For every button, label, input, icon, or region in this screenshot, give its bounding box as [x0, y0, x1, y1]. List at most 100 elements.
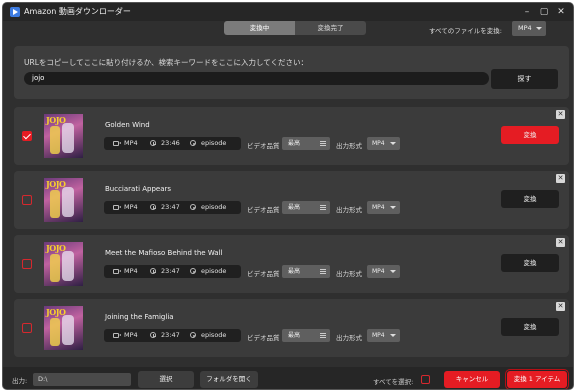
menu-icon [320, 269, 326, 270]
chevron-down-icon [390, 142, 396, 145]
video-icon [113, 205, 121, 210]
item-info-bar: MP4 23:47 episode [104, 265, 241, 278]
convert-all-format-value: MP4 [518, 24, 532, 32]
video-quality-select[interactable]: 最高 [282, 201, 330, 214]
output-format-select[interactable]: MP4 [367, 329, 400, 342]
open-folder-button[interactable]: フォルダを開く [200, 371, 258, 388]
menu-icon [320, 205, 326, 206]
remove-item-icon[interactable]: ✕ [556, 174, 565, 183]
item-checkbox[interactable] [22, 259, 32, 269]
output-format-label: 出力形式 [336, 206, 362, 214]
maximize-icon[interactable]: ▢ [537, 5, 551, 19]
item-format: MP4 [124, 203, 138, 211]
output-format-select[interactable]: MP4 [367, 201, 400, 214]
item-info-bar: MP4 23:47 episode [104, 201, 241, 214]
item-checkbox[interactable] [22, 131, 32, 141]
select-all-label: すべてを選択: [373, 378, 414, 386]
episode-thumbnail: JOJO [44, 114, 83, 158]
minimize-icon[interactable]: – [520, 5, 534, 19]
item-type: episode [201, 139, 227, 147]
item-title: Joining the Famiglia [105, 313, 174, 321]
convert-button[interactable]: 変換 [501, 318, 559, 336]
tab-converting[interactable]: 変換中 [224, 21, 295, 35]
episode-thumbnail: JOJO [44, 242, 83, 286]
chevron-down-icon [536, 27, 542, 30]
select-folder-button[interactable]: 選択 [138, 371, 194, 388]
convert-all-format-select[interactable]: MP4 [512, 21, 546, 36]
output-format-value: MP4 [372, 268, 385, 275]
list-item: ✕ JOJO Meet the Mafioso Behind the Wall MP4… [14, 235, 569, 293]
item-type: episode [201, 203, 227, 211]
item-format: MP4 [124, 331, 138, 339]
clock-icon [150, 140, 156, 146]
video-quality-select[interactable]: 最高 [282, 265, 330, 278]
thumbnail-logo: JOJO [46, 179, 66, 189]
item-format: MP4 [124, 267, 138, 275]
menu-icon [320, 141, 326, 142]
remove-item-icon[interactable]: ✕ [556, 238, 565, 247]
item-title: Bucciarati Appears [105, 185, 172, 193]
remove-item-icon[interactable]: ✕ [556, 110, 565, 119]
list-item: ✕ JOJO Golden Wind MP4 23:46 episode ビデオ品質 最高 出力… [14, 107, 569, 165]
app-window: Amazon 動画ダウンローダー – ▢ ✕ 変換中 変換完了 すべてのファイル… [2, 2, 574, 390]
convert-items-button[interactable]: 変換 1 アイテム [505, 369, 569, 389]
bottom-bar: 出力: D:\ 選択 フォルダを開く すべてを選択: キャンセル 変換 1 アイ… [3, 367, 573, 389]
episode-icon [190, 268, 196, 274]
output-label: 出力: [12, 377, 28, 385]
select-all-checkbox[interactable] [421, 375, 430, 384]
close-icon[interactable]: ✕ [554, 5, 568, 19]
video-quality-value: 最高 [288, 268, 301, 275]
video-quality-label: ビデオ品質 [247, 206, 280, 214]
item-duration: 23:47 [161, 331, 180, 339]
thumbnail-logo: JOJO [46, 115, 66, 125]
output-format-select[interactable]: MP4 [367, 137, 400, 150]
url-panel: URLをコピーしてここに貼り付けるか、検索キーワードをここに入力してください： … [14, 46, 569, 99]
video-icon [113, 269, 121, 274]
video-quality-label: ビデオ品質 [247, 270, 280, 278]
episode-icon [190, 204, 196, 210]
convert-all-label: すべてのファイルを変換: [429, 27, 502, 35]
video-quality-label: ビデオ品質 [247, 142, 280, 150]
item-duration: 23:47 [161, 203, 180, 211]
item-title: Golden Wind [105, 121, 150, 129]
item-info-bar: MP4 23:46 episode [104, 137, 241, 150]
output-format-value: MP4 [372, 204, 385, 211]
cancel-button[interactable]: キャンセル [444, 371, 500, 388]
clock-icon [150, 204, 156, 210]
output-format-label: 出力形式 [336, 334, 362, 342]
convert-button[interactable]: 変換 [501, 190, 559, 208]
app-logo-icon [10, 7, 20, 17]
clock-icon [150, 268, 156, 274]
item-checkbox[interactable] [22, 195, 32, 205]
chevron-down-icon [390, 206, 396, 209]
item-duration: 23:47 [161, 267, 180, 275]
video-quality-select[interactable]: 最高 [282, 329, 330, 342]
video-icon [113, 333, 121, 338]
item-format: MP4 [124, 139, 138, 147]
list-item: ✕ JOJO Joining the Famiglia MP4 23:47 episode… [14, 299, 569, 357]
remove-item-icon[interactable]: ✕ [556, 302, 565, 311]
output-path-input[interactable]: D:\ [33, 373, 131, 386]
output-format-select[interactable]: MP4 [367, 265, 400, 278]
item-checkbox[interactable] [22, 323, 32, 333]
url-input[interactable]: jojo [24, 72, 489, 85]
output-format-label: 出力形式 [336, 142, 362, 150]
tab-completed[interactable]: 変換完了 [295, 21, 366, 35]
item-info-bar: MP4 23:47 episode [104, 329, 241, 342]
convert-button[interactable]: 変換 [501, 126, 559, 144]
output-format-value: MP4 [372, 332, 385, 339]
item-type: episode [201, 331, 227, 339]
convert-button[interactable]: 変換 [501, 254, 559, 272]
output-format-label: 出力形式 [336, 270, 362, 278]
video-quality-select[interactable]: 最高 [282, 137, 330, 150]
title-bar: Amazon 動画ダウンローダー – ▢ ✕ [3, 3, 573, 21]
search-button[interactable]: 探す [491, 69, 558, 89]
chevron-down-icon [390, 270, 396, 273]
video-quality-value: 最高 [288, 140, 301, 147]
episode-thumbnail: JOJO [44, 178, 83, 222]
item-title: Meet the Mafioso Behind the Wall [105, 249, 223, 257]
url-hint: URLをコピーしてここに貼り付けるか、検索キーワードをここに入力してください： [24, 58, 309, 67]
chevron-down-icon [390, 334, 396, 337]
video-icon [113, 141, 121, 146]
output-format-value: MP4 [372, 140, 385, 147]
